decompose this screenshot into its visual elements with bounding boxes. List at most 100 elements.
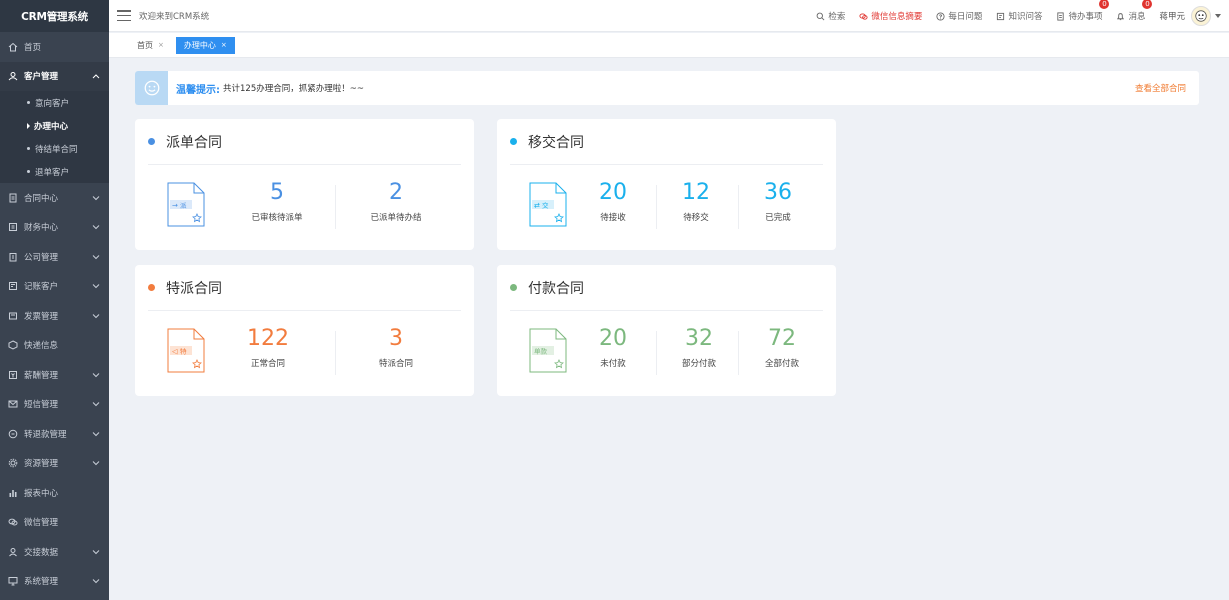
sidebar-item-label: 快递信息	[24, 341, 59, 352]
sidebar-item-handover[interactable]: 交接数据	[0, 537, 109, 567]
stat-dispatched-pending[interactable]: 2 已派单待办结	[346, 179, 446, 223]
chevron-down-icon	[92, 225, 100, 230]
question-circle-icon	[936, 11, 945, 21]
finance-icon	[8, 222, 18, 232]
bullet-icon	[27, 147, 30, 150]
sidebar-item-reports[interactable]: 报表中心	[0, 478, 109, 508]
svg-text:交: 交	[542, 201, 549, 210]
daily-question-link[interactable]: 每日问题	[936, 10, 982, 22]
search-link[interactable]: 检索	[816, 10, 845, 22]
sidebar-item-express[interactable]: 快递信息	[0, 331, 109, 361]
subnav-label: 待结单合同	[35, 144, 78, 155]
package-icon	[8, 340, 18, 350]
sidebar-item-label: 客户管理	[24, 72, 59, 83]
close-icon[interactable]: ×	[158, 41, 164, 49]
sidebar-item-customer[interactable]: 客户管理	[0, 61, 109, 91]
card-dot	[510, 284, 517, 291]
sidebar-item-home[interactable]: 首页	[0, 32, 109, 62]
payment-contract-card: 付款合同 单款 20 未付款 32 部分付款 72 全部付款	[497, 265, 836, 396]
card-title: 特派合同	[166, 280, 222, 297]
tab-bar: 首页 × 办理中心 ×	[109, 33, 1229, 58]
chevron-down-icon	[92, 461, 100, 466]
gear-icon	[8, 458, 18, 468]
svg-text:单款: 单款	[534, 347, 548, 356]
stat-label: 已完成	[765, 213, 791, 223]
caret-down-icon[interactable]	[1215, 14, 1221, 18]
todo-badge: 0	[1099, 0, 1110, 9]
chevron-down-icon	[92, 372, 100, 377]
sidebar-item-resource[interactable]: 资源管理	[0, 449, 109, 479]
view-all-contracts-link[interactable]: 查看全部合同	[1135, 82, 1186, 94]
todo-icon	[1057, 11, 1065, 21]
stat-approved-pending[interactable]: 5 已审核待派单	[227, 179, 327, 223]
stat-value: 72	[768, 326, 796, 351]
todo-label: 待办事项	[1068, 12, 1103, 22]
welcome-text: 欢迎来到CRM系统	[139, 11, 210, 22]
stat-fully-paid[interactable]: 72 全部付款	[732, 325, 832, 369]
stat-special-contract[interactable]: 3 特派合同	[346, 325, 446, 369]
stat-completed[interactable]: 36 已完成	[728, 179, 828, 223]
sidebar-item-label: 转退款管理	[24, 429, 67, 440]
sidebar-item-label: 合同中心	[24, 193, 59, 204]
avatar[interactable]	[1191, 6, 1211, 26]
smile-icon	[135, 71, 168, 105]
app-logo[interactable]: CRM管理系统	[0, 0, 109, 32]
wechat-summary-link[interactable]: 微信信息摘要	[859, 10, 922, 22]
tab-label: 首页	[137, 40, 153, 50]
todo-link[interactable]: 待办事项 0	[1056, 0, 1110, 22]
stat-normal-contract[interactable]: 122 正常合同	[218, 325, 318, 369]
messages-link[interactable]: 消息 0	[1116, 0, 1153, 22]
knowledge-qa-link[interactable]: 知识问答	[996, 10, 1042, 22]
chevron-up-icon	[92, 74, 100, 79]
menu-toggle-icon[interactable]	[117, 10, 131, 21]
stat-value: 2	[389, 180, 403, 205]
stat-value: 122	[247, 326, 289, 351]
sidebar-item-wechat[interactable]: 微信管理	[0, 508, 109, 538]
sidebar-item-salary[interactable]: 薪酬管理	[0, 360, 109, 390]
search-label: 检索	[828, 12, 846, 22]
tab-handling-center[interactable]: 办理中心 ×	[175, 36, 235, 54]
header-actions: 检索 微信信息摘要 每日问题 知识问答 待办事项 0 消息 0 蒋甲元	[802, 0, 1221, 32]
subnav-item-pending-contract[interactable]: 待结单合同	[0, 137, 109, 160]
bell-icon	[1117, 12, 1125, 20]
sidebar-item-invoice[interactable]: 发票管理	[0, 301, 109, 331]
sidebar-item-contract[interactable]: 合同中心	[0, 183, 109, 213]
notice-title: 温馨提示:	[176, 84, 220, 96]
bullet-icon	[27, 101, 30, 104]
stat-value: 20	[599, 326, 627, 351]
sidebar-item-company[interactable]: 公司管理	[0, 242, 109, 272]
daily-question-label: 每日问题	[948, 12, 983, 22]
sidebar-item-sms[interactable]: 短信管理	[0, 390, 109, 420]
special-contract-card: 特派合同 ◁ 特 122 正常合同 3 特派合同	[135, 265, 474, 396]
stat-label: 已审核待派单	[251, 213, 303, 223]
card-dot	[510, 138, 517, 145]
stat-label: 全部付款	[764, 359, 799, 369]
sidebar-item-label: 系统管理	[24, 577, 59, 588]
tab-home[interactable]: 首页 ×	[129, 37, 172, 54]
caret-right-icon	[27, 122, 30, 129]
knowledge-qa-label: 知识问答	[1008, 12, 1043, 22]
sidebar-item-system[interactable]: 系统管理	[0, 567, 109, 597]
user-name[interactable]: 蒋甲元	[1159, 10, 1185, 22]
sidebar-item-label: 公司管理	[24, 252, 59, 263]
svg-text:特: 特	[180, 347, 187, 356]
close-icon[interactable]: ×	[221, 41, 227, 49]
card-dot	[148, 138, 155, 145]
bar-chart-icon	[8, 488, 18, 498]
svg-text:→: →	[172, 202, 178, 210]
sidebar-item-finance[interactable]: 财务中心	[0, 213, 109, 243]
subnav-item-refund-customer[interactable]: 退单客户	[0, 160, 109, 183]
stat-unpaid[interactable]: 20 未付款	[563, 325, 663, 369]
sidebar-item-bookkeeping[interactable]: 记账客户	[0, 272, 109, 302]
special-document-icon: ◁ 特	[167, 328, 205, 373]
stat-value: 36	[764, 180, 792, 205]
divider	[335, 331, 336, 375]
subnav-item-intent[interactable]: 意向客户	[0, 91, 109, 114]
sidebar-item-refund[interactable]: 转退款管理	[0, 419, 109, 449]
subnav-item-handling-center[interactable]: 办理中心	[0, 114, 109, 137]
monitor-icon	[8, 576, 18, 586]
subnav-label: 意向客户	[35, 98, 70, 109]
chevron-down-icon	[92, 402, 100, 407]
messages-label: 消息	[1128, 12, 1146, 22]
svg-text:◁: ◁	[172, 348, 178, 356]
